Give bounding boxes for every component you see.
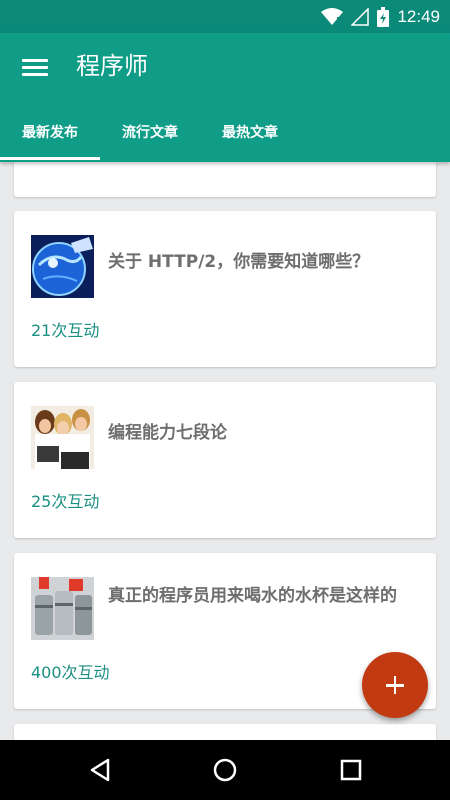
people-at-laptop-image — [31, 406, 94, 469]
cell-signal-icon — [351, 8, 370, 26]
article-card[interactable]: 关于 HTTP/2，你需要知道哪些？ 21次互动 — [14, 211, 436, 367]
battery-charging-icon — [377, 7, 390, 27]
interaction-count: 400次互动 — [31, 663, 110, 682]
status-time: 12:49 — [397, 7, 440, 26]
wifi-icon — [321, 8, 344, 26]
home-icon[interactable] — [210, 755, 240, 785]
status-bar: 12:49 — [0, 0, 450, 33]
globe-network-image — [31, 235, 94, 298]
article-card[interactable] — [14, 162, 436, 197]
interaction-count: 21次互动 — [31, 321, 100, 340]
article-card[interactable] — [14, 724, 436, 740]
article-title: 真正的程序员用来喝水的水杯是这样的 — [108, 586, 397, 606]
tab-hottest[interactable]: 最热文章 — [200, 115, 300, 161]
navigation-bar — [0, 740, 450, 800]
app-bar: 程序师 最新发布 流行文章 最热文章 — [0, 33, 450, 162]
tab-popular[interactable]: 流行文章 — [100, 115, 200, 161]
active-tab-indicator — [0, 157, 100, 160]
metal-cups-image — [31, 577, 94, 640]
interaction-count: 25次互动 — [31, 492, 100, 511]
recent-apps-icon[interactable] — [336, 755, 366, 785]
article-title: 编程能力七段论 — [108, 423, 227, 443]
article-card[interactable]: 编程能力七段论 25次互动 — [14, 382, 436, 538]
tab-bar: 最新发布 流行文章 最热文章 — [0, 115, 450, 161]
back-icon[interactable] — [86, 755, 116, 785]
app-title: 程序师 — [76, 52, 148, 80]
status-icons: 12:49 — [321, 5, 440, 29]
tab-latest[interactable]: 最新发布 — [0, 115, 100, 161]
menu-icon[interactable] — [22, 57, 48, 77]
add-button[interactable] — [362, 652, 428, 718]
article-title: 关于 HTTP/2，你需要知道哪些？ — [108, 252, 370, 272]
